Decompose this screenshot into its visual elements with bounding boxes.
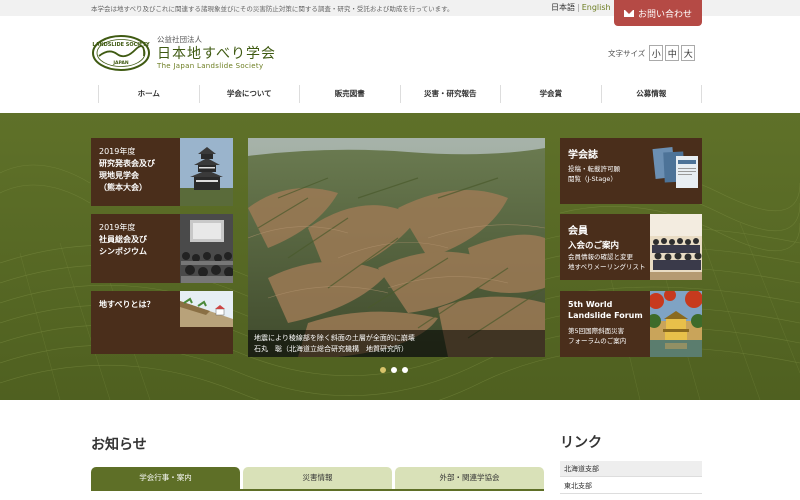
nav-awards[interactable]: 学会賞 bbox=[500, 85, 601, 103]
nav-books[interactable]: 販売図書 bbox=[299, 85, 400, 103]
tile-forum-title: 5th World bbox=[568, 300, 613, 309]
tile-world-landslide-forum[interactable]: 5th World Landslide Forum 第5回国際斜面災害 フォーラ… bbox=[560, 291, 702, 357]
nav-home[interactable]: ホーム bbox=[98, 85, 199, 103]
lang-ja-link[interactable]: 日本語 bbox=[551, 3, 575, 12]
site-logo[interactable]: LANDSLIDE SOCIETY JAPAN 公益社団法人 日本地すべり学会 … bbox=[91, 34, 301, 74]
golden-pavilion-photo bbox=[650, 291, 702, 357]
site-tagline: 本学会は地すべり及びこれに関連する諸現象並びにその災害防止対策に関する調査・研究… bbox=[91, 5, 454, 13]
tile-journal[interactable]: 学会誌 投稿・転載許可願 閲覧（J-Stage） bbox=[560, 138, 702, 204]
slide-dot-2[interactable] bbox=[391, 367, 397, 373]
tile-forum-title2: Landslide Forum bbox=[568, 311, 643, 320]
contact-button[interactable]: お問い合わせ bbox=[614, 0, 702, 26]
tile-journal-sub1: 投稿・転載許可願 bbox=[568, 165, 620, 173]
members-group-photo bbox=[650, 214, 702, 280]
nav-reports[interactable]: 災害・研究報告 bbox=[399, 85, 501, 103]
link-hokkaido-branch[interactable]: 北海道支部 bbox=[560, 461, 702, 477]
castle-photo bbox=[180, 138, 233, 206]
tile-general-meeting-year: 2019年度 bbox=[99, 223, 136, 232]
tile-membership-sub2: 地すべりメーリングリスト bbox=[568, 263, 646, 271]
language-switcher: 日本語 | English bbox=[551, 2, 611, 13]
tile-annual-meeting-line4: （熊本大会） bbox=[99, 183, 147, 192]
tile-membership[interactable]: 会員 入会のご案内 会員情報の確認と変更 地すべりメーリングリスト bbox=[560, 214, 702, 280]
hero-slideshow-photo[interactable]: 地震により稜線部を除く斜面の土層が全面的に崩壊 石丸 聡（北海道立総合研究機構 … bbox=[248, 138, 545, 357]
mail-icon bbox=[623, 9, 634, 17]
symposium-photo bbox=[180, 214, 233, 283]
tile-membership-sub1: 会員情報の確認と変更 bbox=[568, 253, 633, 261]
journal-covers-photo bbox=[650, 138, 702, 204]
tabs-underline bbox=[91, 489, 544, 491]
tile-forum-sub1: 第5回国際斜面災害 bbox=[568, 327, 625, 335]
tile-annual-meeting-year: 2019年度 bbox=[99, 147, 136, 156]
tile-general-meeting-line2: 社員総会及び bbox=[99, 235, 147, 244]
tab-external-societies[interactable]: 外部・関連学協会 bbox=[395, 467, 544, 489]
org-name: 日本地すべり学会 bbox=[157, 46, 277, 62]
links-heading: リンク bbox=[560, 435, 602, 451]
landslide-aerial-photo bbox=[248, 138, 545, 357]
tile-membership-title: 会員 bbox=[568, 226, 588, 237]
tile-annual-meeting[interactable]: 2019年度 研究発表会及び 現地見学会 （熊本大会） bbox=[91, 138, 233, 206]
text-size-medium-button[interactable]: 中 bbox=[665, 45, 680, 61]
emblem-text: LANDSLIDE SOCIETY bbox=[92, 42, 150, 48]
hero-photo-caption: 地震により稜線部を除く斜面の土層が全面的に崩壊 石丸 聡（北海道立総合研究機構 … bbox=[248, 330, 545, 357]
lang-separator: | bbox=[577, 3, 580, 12]
tab-society-events[interactable]: 学会行事・案内 bbox=[91, 467, 240, 489]
news-tabs: 学会行事・案内 災害情報 外部・関連学協会 bbox=[91, 467, 544, 489]
tile-general-meeting[interactable]: 2019年度 社員総会及び シンポジウム bbox=[91, 214, 233, 283]
hero-caption-line1: 地震により稜線部を除く斜面の土層が全面的に崩壊 bbox=[254, 334, 415, 342]
slide-dot-1[interactable] bbox=[380, 367, 386, 373]
tile-what-is-landslide[interactable]: 地すべりとは？ bbox=[91, 291, 233, 354]
contact-button-label: お問い合わせ bbox=[637, 9, 692, 20]
tile-journal-sub2: 閲覧（J-Stage） bbox=[568, 175, 617, 183]
news-heading: お知らせ bbox=[91, 437, 147, 453]
text-size-control: 文字サイズ 小 中 大 bbox=[608, 44, 696, 62]
tile-annual-meeting-line3: 現地見学会 bbox=[99, 171, 139, 180]
tile-forum-sub2: フォーラムのご案内 bbox=[568, 337, 627, 345]
text-size-label: 文字サイズ bbox=[608, 48, 646, 58]
tile-annual-meeting-line2: 研究発表会及び bbox=[99, 159, 155, 168]
tab-disaster-info[interactable]: 災害情報 bbox=[243, 467, 392, 489]
text-size-small-button[interactable]: 小 bbox=[649, 45, 664, 61]
nav-recruitment[interactable]: 公募情報 bbox=[600, 85, 702, 103]
hero-caption-line2: 石丸 聡（北海道立総合研究機構 地質研究所） bbox=[254, 345, 408, 353]
tile-membership-title2: 入会のご案内 bbox=[568, 241, 620, 251]
slide-dot-3[interactable] bbox=[402, 367, 408, 373]
tile-journal-title: 学会誌 bbox=[568, 150, 598, 161]
link-tohoku-branch[interactable]: 東北支部 bbox=[560, 478, 702, 494]
org-name-en: The Japan Landslide Society bbox=[157, 62, 264, 70]
lang-en-link[interactable]: English bbox=[582, 3, 611, 12]
society-emblem-icon: LANDSLIDE SOCIETY JAPAN bbox=[92, 35, 150, 71]
main-nav: ホーム 学会について 販売図書 災害・研究報告 学会賞 公募情報 bbox=[98, 85, 702, 103]
nav-about[interactable]: 学会について bbox=[198, 85, 300, 103]
emblem-subtext: JAPAN bbox=[112, 60, 129, 66]
slideshow-indicators bbox=[380, 367, 408, 373]
text-size-large-button[interactable]: 大 bbox=[681, 45, 696, 61]
tile-general-meeting-line3: シンポジウム bbox=[99, 247, 147, 256]
tile-what-is-landslide-label: 地すべりとは？ bbox=[99, 300, 155, 309]
landslide-diagram-illustration bbox=[180, 291, 233, 327]
